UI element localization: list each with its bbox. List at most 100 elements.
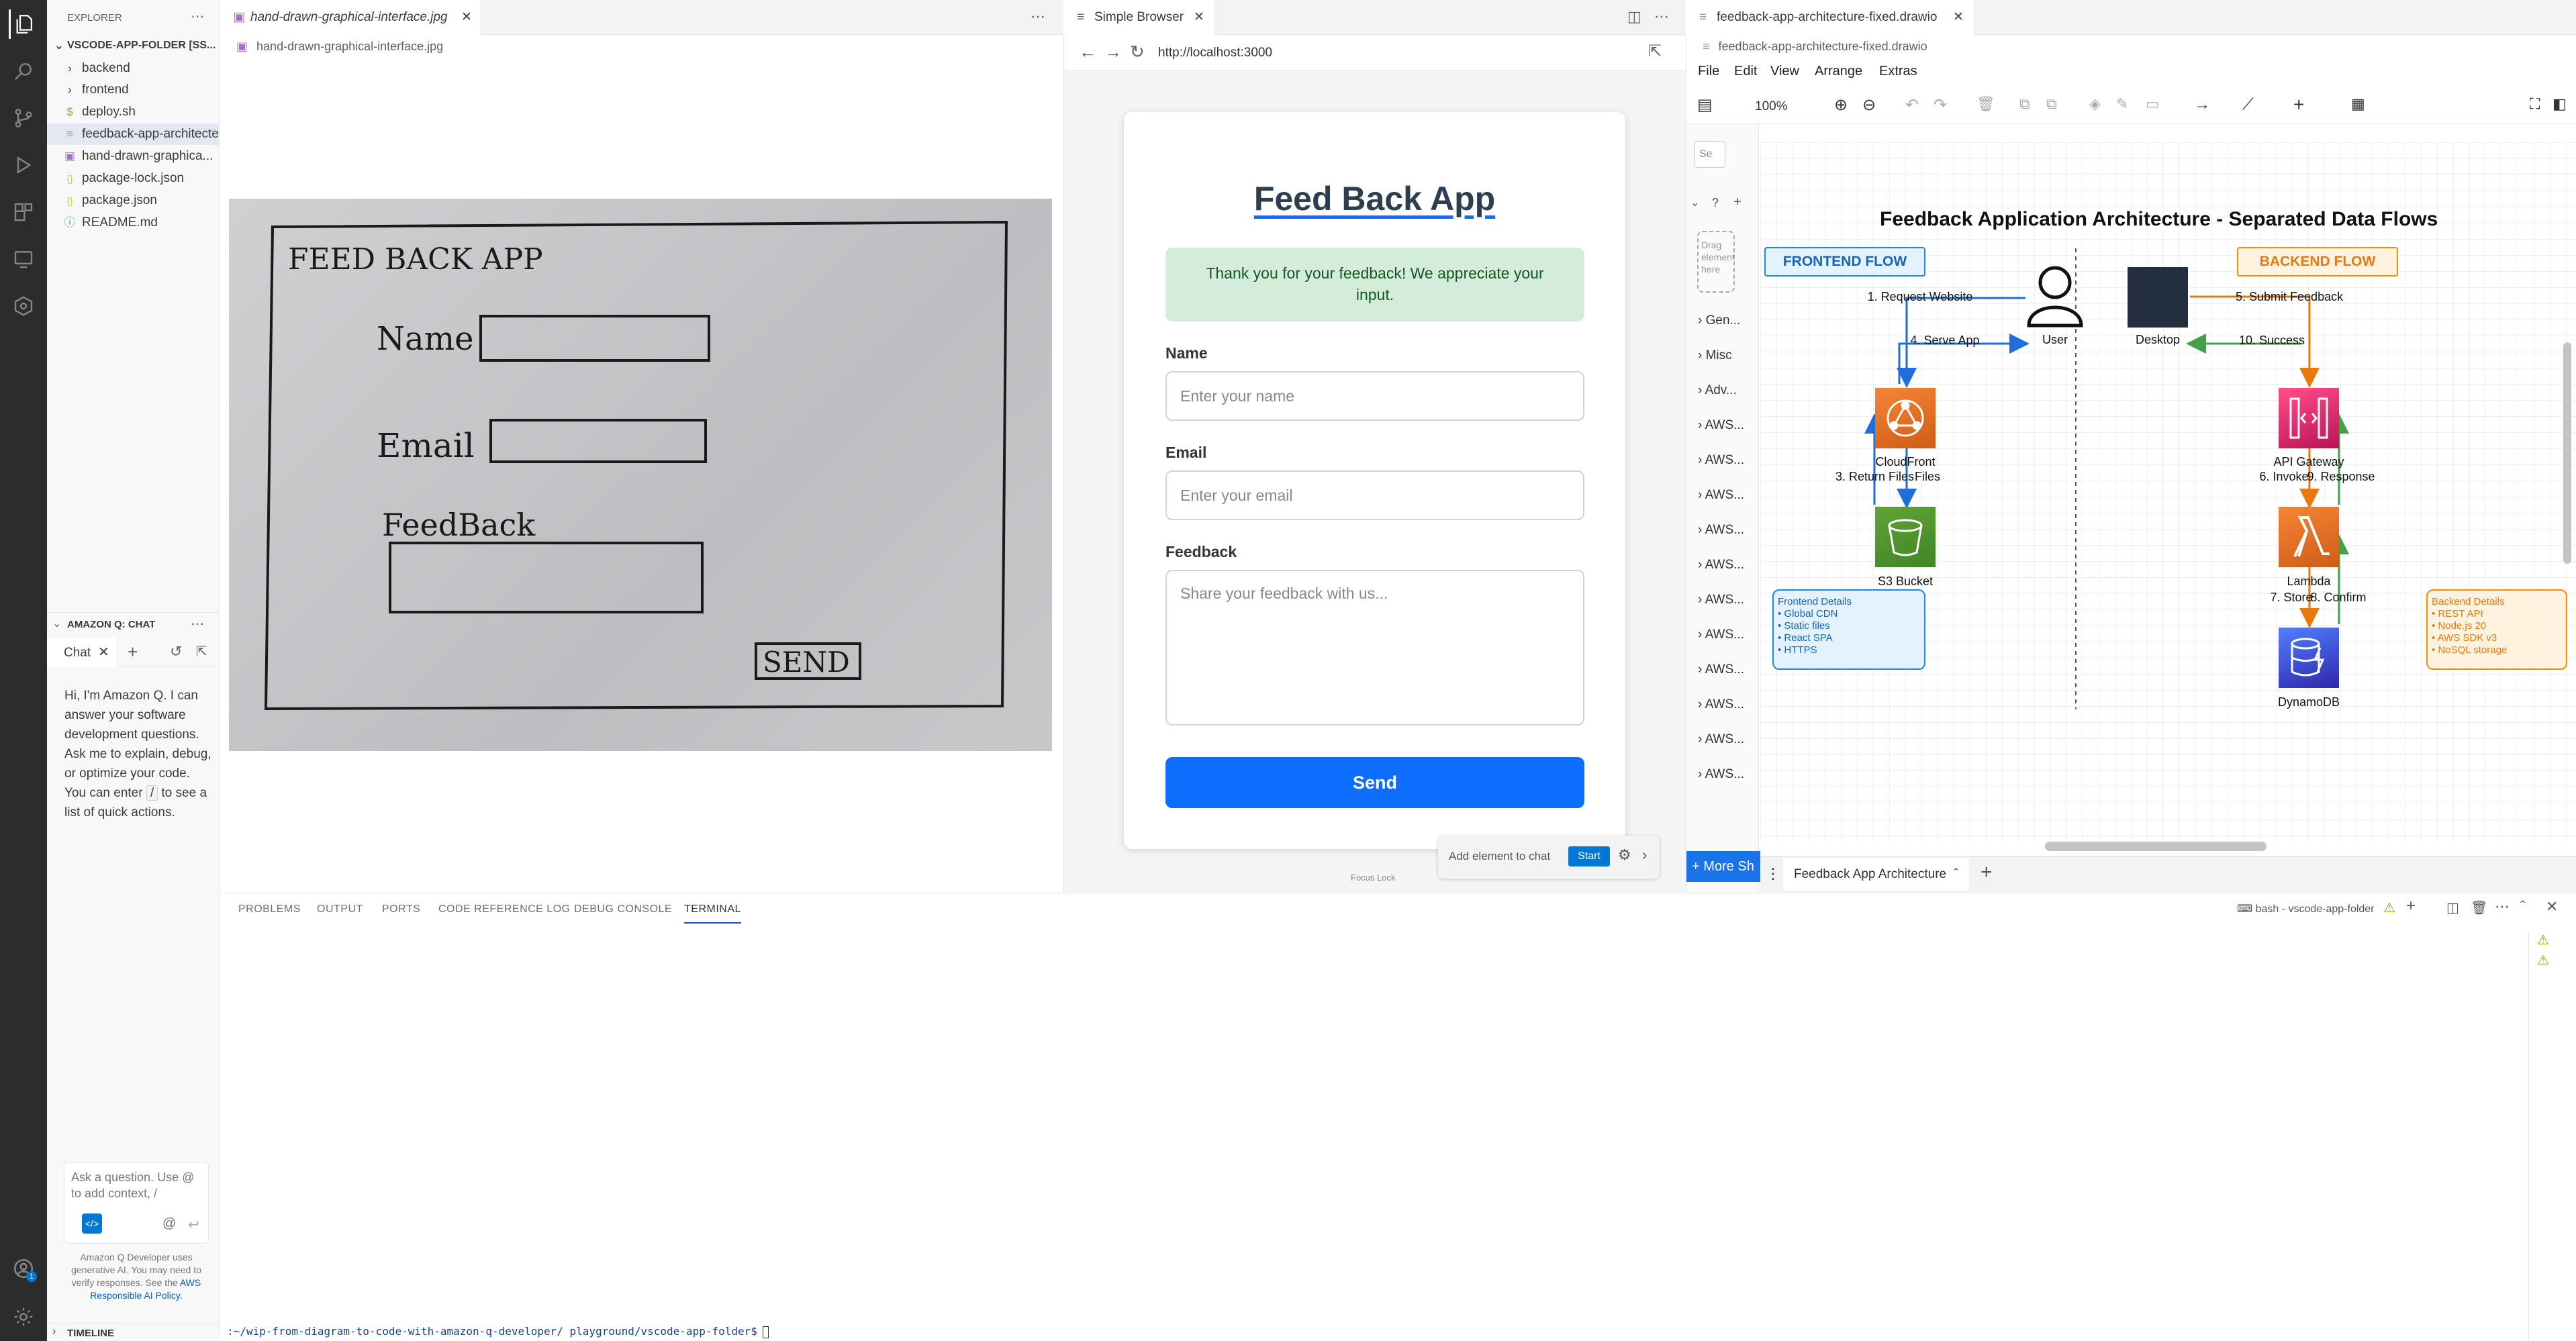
source-control-icon[interactable] — [9, 103, 38, 133]
tree-item-readme[interactable]: ⓘ README.md — [47, 212, 220, 234]
chat-tab[interactable]: Chat ✕ — [47, 638, 118, 667]
timeline-header[interactable]: › TIMELINE — [47, 1324, 220, 1341]
feedback-textarea[interactable]: Share your feedback with us... — [1165, 570, 1584, 726]
split-terminal-icon[interactable]: ◫ — [2446, 899, 2459, 916]
pages-menu-icon[interactable]: ⋮ — [1766, 865, 1780, 883]
shape-group-misc[interactable]: › Misc — [1695, 338, 1749, 373]
tree-item-package[interactable]: {} package.json — [47, 190, 220, 211]
trash-icon[interactable]: 🗑 — [2471, 899, 2487, 916]
user-icon[interactable] — [2025, 264, 2085, 328]
to-back-icon[interactable]: ⧉ — [2046, 95, 2057, 113]
page-tab[interactable]: Feedback App Architecture ˆ — [1783, 858, 1969, 891]
run-debug-icon[interactable] — [9, 150, 38, 180]
edge-serve-app[interactable] — [1898, 334, 2030, 384]
insert-icon[interactable]: + — [2293, 94, 2304, 115]
canvas-scrollbar[interactable] — [2045, 842, 2267, 851]
new-terminal-icon[interactable]: + — [2406, 897, 2416, 915]
dynamodb-icon[interactable] — [2279, 628, 2339, 688]
add-page-icon[interactable]: + — [1981, 861, 1993, 884]
chat-section-header[interactable]: ⌄ AMAZON Q: CHAT ⋯ — [47, 612, 220, 636]
terminal-prompt[interactable]: :~/wip-from-diagram-to-code-with-amazon-… — [227, 1325, 769, 1338]
tab-simple-browser[interactable]: ≡ Simple Browser ✕ — [1063, 0, 1215, 35]
email-input[interactable]: Enter your email — [1165, 470, 1584, 520]
chevron-down-icon[interactable]: ⌄ — [1690, 196, 1699, 209]
add-tab-icon[interactable]: + — [128, 642, 138, 662]
fill-color-icon[interactable]: ◈ — [2089, 95, 2101, 113]
tab-output[interactable]: OUTPUT — [317, 903, 363, 924]
tab-terminal[interactable]: TERMINAL — [684, 903, 741, 924]
shape-group-aws[interactable]: › AWS... — [1695, 617, 1749, 652]
open-external-icon[interactable]: ⇱ — [1648, 42, 1662, 61]
close-icon[interactable]: ✕ — [1953, 0, 1964, 35]
shape-search-input[interactable]: Se — [1695, 141, 1725, 168]
shape-group-aws[interactable]: › AWS... — [1695, 687, 1749, 722]
format-panel-icon[interactable]: ▤ — [1697, 95, 1713, 115]
chat-input[interactable]: Ask a question. Use @ to add context, / … — [64, 1162, 208, 1243]
open-external-icon[interactable]: ⇱ — [196, 643, 207, 660]
maximize-panel-icon[interactable]: ˆ — [2520, 898, 2525, 915]
to-front-icon[interactable]: ⧉ — [2019, 95, 2030, 113]
tab-debug-console[interactable]: DEBUG CONSOLE — [574, 903, 672, 924]
shadow-icon[interactable]: ▭ — [2146, 95, 2160, 113]
remote-explorer-icon[interactable] — [9, 244, 38, 274]
tree-item-deploy[interactable]: $ deploy.sh — [47, 101, 220, 123]
more-actions-icon[interactable]: ⋯ — [191, 615, 204, 632]
tree-item-backend[interactable]: › backend — [47, 58, 220, 79]
at-mention-icon[interactable]: @ — [162, 1216, 176, 1232]
tree-item-package-lock[interactable]: {} package-lock.json — [47, 168, 220, 189]
format-toggle-icon[interactable]: ◧ — [2553, 95, 2567, 113]
warning-icon[interactable]: ⚠ — [2537, 932, 2549, 948]
reload-icon[interactable]: ↻ — [1130, 42, 1145, 62]
name-input[interactable]: Enter your name — [1165, 371, 1584, 421]
breadcrumb[interactable]: ▣ hand-drawn-graphical-interface.jpg — [236, 35, 443, 58]
scratchpad-drop-zone[interactable]: Drag elements here — [1697, 231, 1735, 293]
tab-code-reference-log[interactable]: CODE REFERENCE LOG — [438, 903, 571, 924]
add-library-icon[interactable]: + — [1733, 195, 1742, 210]
shape-group-aws[interactable]: › AWS... — [1695, 443, 1749, 478]
undo-icon[interactable]: ↶ — [1905, 95, 1919, 115]
chevron-right-icon[interactable]: › — [1642, 846, 1647, 864]
forward-icon[interactable]: → — [1104, 42, 1122, 62]
back-icon[interactable]: ← — [1079, 42, 1096, 62]
shape-group-advanced[interactable]: › Adv... — [1695, 373, 1749, 408]
line-color-icon[interactable]: ✎ — [2116, 95, 2128, 113]
workspace-folder[interactable]: ⌄ VSCODE-APP-FOLDER [SS... — [47, 35, 220, 56]
warning-icon[interactable]: ⚠ — [2383, 899, 2395, 916]
account-icon[interactable]: 1 — [9, 1254, 38, 1283]
shape-group-aws[interactable]: › AWS... — [1695, 548, 1749, 583]
more-actions-icon[interactable]: ⋯ — [191, 8, 204, 25]
url-field[interactable]: http://localhost:3000 — [1158, 46, 1272, 60]
zoom-select[interactable]: 100% — [1755, 99, 1788, 114]
backend-details-note[interactable]: Backend Details • REST API • Node.js 20 … — [2426, 589, 2567, 670]
help-icon[interactable]: ? — [1712, 196, 1719, 210]
menu-file[interactable]: File — [1698, 64, 1719, 79]
shape-group-general[interactable]: › Gen... — [1695, 303, 1749, 338]
shape-group-aws[interactable]: › AWS... — [1695, 408, 1749, 443]
fullscreen-icon[interactable]: ⛶ — [2530, 95, 2540, 113]
shape-group-aws[interactable]: › AWS... — [1695, 757, 1749, 792]
close-icon[interactable]: ✕ — [1194, 0, 1204, 35]
delete-icon[interactable]: 🗑 — [1976, 95, 1995, 113]
menu-arrange[interactable]: Arrange — [1815, 64, 1862, 79]
zoom-out-icon[interactable]: ⊖ — [1862, 95, 1876, 115]
tab-problems[interactable]: PROBLEMS — [238, 903, 301, 924]
search-icon[interactable] — [9, 56, 38, 86]
shape-group-aws[interactable]: › AWS... — [1695, 652, 1749, 687]
more-shapes-button[interactable]: + More Sh — [1686, 851, 1760, 882]
send-button[interactable]: Send — [1165, 757, 1584, 808]
code-context-icon[interactable]: </> — [82, 1213, 102, 1234]
shape-group-aws[interactable]: › AWS... — [1695, 478, 1749, 513]
redo-icon[interactable]: ↷ — [1934, 95, 1947, 115]
more-actions-icon[interactable]: ⋯ — [2495, 898, 2510, 915]
menu-extras[interactable]: Extras — [1879, 64, 1917, 79]
tab-image[interactable]: ▣ hand-drawn-graphical-interface.jpg ✕ — [220, 0, 481, 35]
close-panel-icon[interactable]: ✕ — [2546, 898, 2558, 915]
start-button[interactable]: Start — [1568, 846, 1610, 866]
table-icon[interactable]: ▦ — [2351, 95, 2365, 113]
tree-item-frontend[interactable]: › frontend — [47, 79, 220, 101]
lambda-icon[interactable] — [2279, 507, 2339, 567]
shape-group-aws[interactable]: › AWS... — [1695, 583, 1749, 617]
menu-view[interactable]: View — [1770, 64, 1799, 79]
drawio-breadcrumb[interactable]: ≡ feedback-app-architecture-fixed.drawio — [1703, 35, 1927, 58]
settings-gear-icon[interactable]: ⚙ — [1618, 846, 1631, 864]
